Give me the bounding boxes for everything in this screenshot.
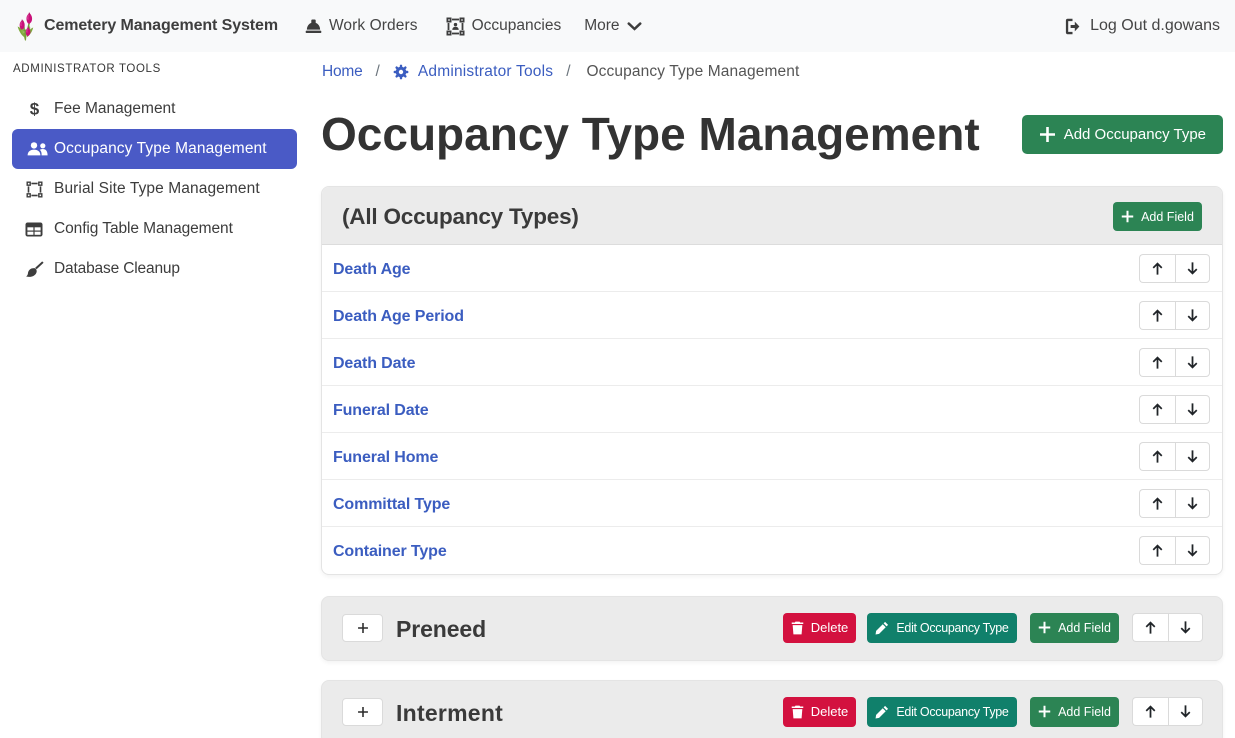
svg-text:$: $ bbox=[29, 100, 39, 118]
